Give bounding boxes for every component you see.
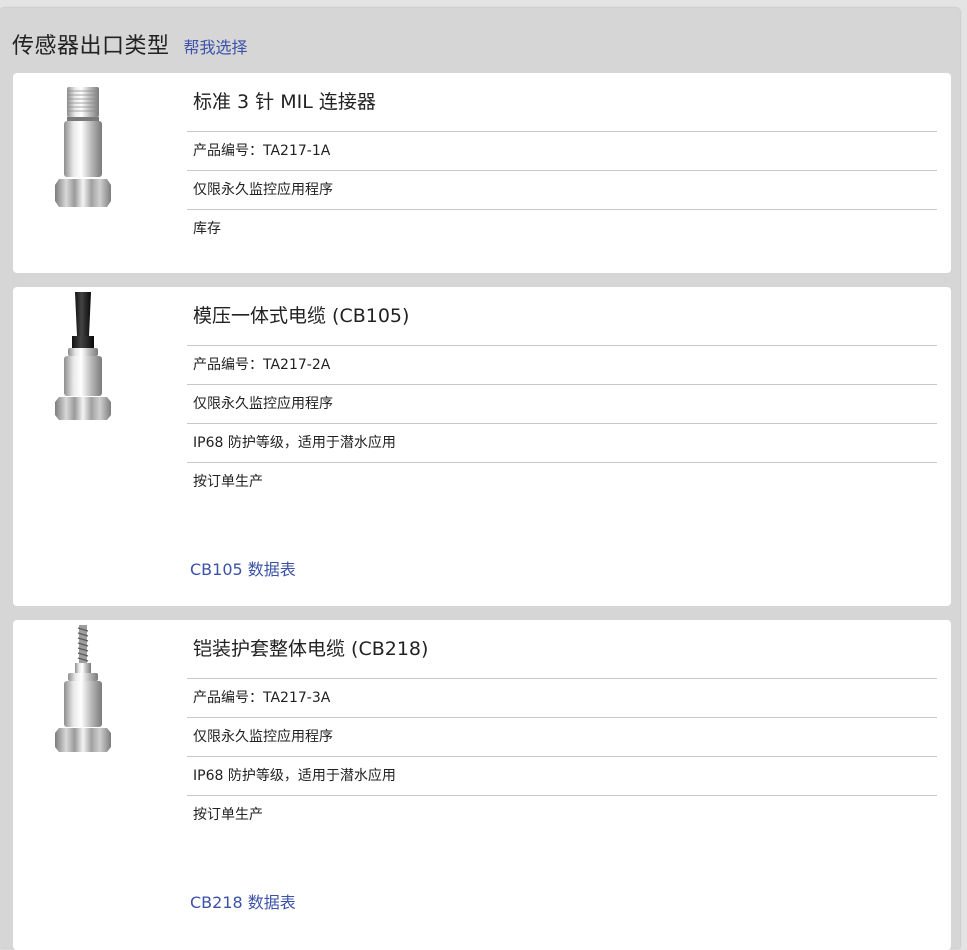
product-detail-application: 仅限永久监控应用程序 [187, 717, 937, 756]
product-detail-application: 仅限永久监控应用程序 [187, 170, 937, 209]
product-detail-availability: 按订单生产 [187, 462, 937, 501]
product-detail-availability: 库存 [187, 209, 937, 248]
product-info: 铠装护套整体电缆 (CB218) 产品编号：TA217-3A 仅限永久监控应用程… [187, 620, 937, 834]
product-title: 铠装护套整体电缆 (CB218) [193, 638, 429, 660]
product-card-cb105[interactable]: 模压一体式电缆 (CB105) 产品编号：TA217-2A 仅限永久监控应用程序… [13, 287, 951, 606]
molded-cable-sensor-icon [53, 292, 133, 424]
product-detail-application: 仅限永久监控应用程序 [187, 384, 937, 423]
cb105-datasheet-link[interactable]: CB105 数据表 [190, 556, 296, 580]
armored-cable-sensor-icon [53, 625, 133, 757]
help-me-choose-link[interactable]: 帮我选择 [184, 34, 248, 58]
product-info: 模压一体式电缆 (CB105) 产品编号：TA217-2A 仅限永久监控应用程序… [187, 287, 937, 501]
product-detail-part-number: 产品编号：TA217-2A [187, 345, 937, 384]
product-detail-rating: IP68 防护等级，适用于潜水应用 [187, 423, 937, 462]
product-detail-availability: 按订单生产 [187, 795, 937, 834]
product-detail-part-number: 产品编号：TA217-1A [187, 131, 937, 170]
product-title: 标准 3 针 MIL 连接器 [193, 91, 376, 113]
product-detail-rating: IP68 防护等级，适用于潜水应用 [187, 756, 937, 795]
product-card-cb218[interactable]: 铠装护套整体电缆 (CB218) 产品编号：TA217-3A 仅限永久监控应用程… [13, 620, 951, 950]
product-card-mil-connector[interactable]: 标准 3 针 MIL 连接器 产品编号：TA217-1A 仅限永久监控应用程序 … [13, 73, 951, 273]
product-detail-part-number: 产品编号：TA217-3A [187, 678, 937, 717]
mil-connector-sensor-icon [53, 85, 133, 210]
section-header: 传感器出口类型 帮我选择 [12, 28, 248, 60]
product-info: 标准 3 针 MIL 连接器 产品编号：TA217-1A 仅限永久监控应用程序 … [187, 73, 937, 248]
cb218-datasheet-link[interactable]: CB218 数据表 [190, 889, 296, 913]
section-title: 传感器出口类型 [12, 34, 170, 59]
product-title: 模压一体式电缆 (CB105) [193, 305, 410, 327]
